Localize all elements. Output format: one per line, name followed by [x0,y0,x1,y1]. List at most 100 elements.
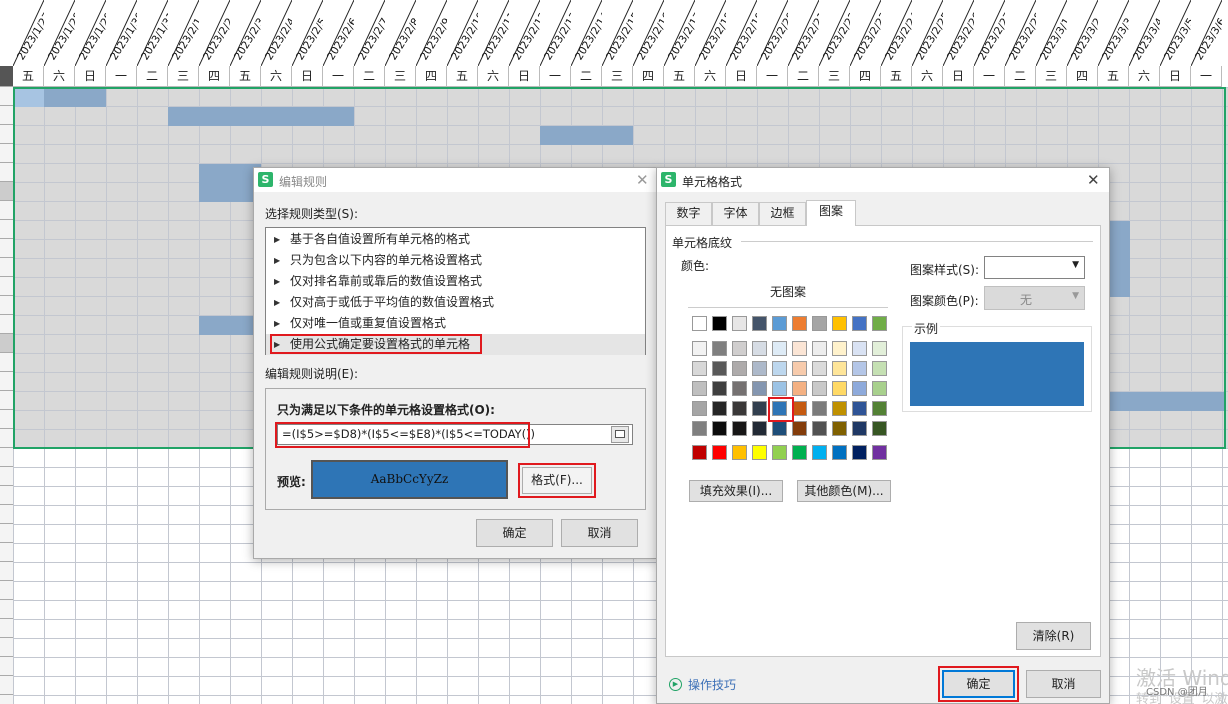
standard-color-swatch[interactable] [832,445,847,460]
shade-color-swatch[interactable] [692,421,707,436]
chevron-down-icon: ▼ [1072,260,1079,270]
rule-type-item[interactable]: ▶ 仅对高于或低于平均值的数值设置格式 [266,292,645,313]
shade-color-swatch[interactable] [752,421,767,436]
shade-color-swatch[interactable] [832,401,847,416]
shade-color-swatch[interactable] [812,341,827,356]
tab-number[interactable]: 数字 [665,202,712,225]
shade-color-swatch[interactable] [852,381,867,396]
shade-color-swatch[interactable] [872,361,887,376]
standard-color-swatch[interactable] [752,445,767,460]
shade-color-swatch[interactable] [692,381,707,396]
shade-color-swatch[interactable] [772,341,787,356]
shade-color-swatch[interactable] [852,341,867,356]
shade-color-swatch[interactable] [752,341,767,356]
cancel-button[interactable]: 取消 [561,519,638,547]
theme-color-swatch[interactable] [772,316,787,331]
theme-color-swatch[interactable] [832,316,847,331]
rule-type-item[interactable]: ▶ 只为包含以下内容的单元格设置格式 [266,250,645,271]
no-pattern-label[interactable]: 无图案 [770,283,806,300]
shade-color-swatch[interactable] [792,381,807,396]
shade-color-swatch[interactable] [752,361,767,376]
rule-type-label: 仅对唯一值或重复值设置格式 [290,316,447,330]
shade-color-swatch[interactable] [852,421,867,436]
standard-color-swatch[interactable] [852,445,867,460]
shade-color-swatch[interactable] [832,381,847,396]
close-icon[interactable]: ✕ [636,171,649,189]
rule-type-item[interactable]: ▶ 基于各自值设置所有单元格的格式 [266,229,645,250]
preview-label: 预览: [277,475,306,489]
shade-color-swatch[interactable] [872,421,887,436]
shade-color-swatch[interactable] [832,361,847,376]
standard-color-swatch[interactable] [792,445,807,460]
standard-color-swatch[interactable] [872,445,887,460]
standard-color-swatch[interactable] [772,445,787,460]
shade-color-swatch[interactable] [692,361,707,376]
tab-border[interactable]: 边框 [759,202,806,225]
shade-color-swatch[interactable] [832,421,847,436]
shade-color-swatch[interactable] [712,381,727,396]
theme-color-swatch[interactable] [872,316,887,331]
shade-color-swatch[interactable] [792,341,807,356]
fill-effects-button[interactable]: 填充效果(I)... [689,480,783,502]
shade-color-swatch[interactable] [872,341,887,356]
shade-color-swatch[interactable] [792,401,807,416]
theme-color-swatch[interactable] [692,316,707,331]
shade-color-swatch[interactable] [852,361,867,376]
shade-color-swatch[interactable] [732,401,747,416]
theme-color-swatch[interactable] [852,316,867,331]
highlight-box [768,397,794,422]
shade-color-swatch[interactable] [832,341,847,356]
pattern-color-select[interactable]: 无 ▼ [984,286,1085,310]
theme-color-swatch[interactable] [752,316,767,331]
shade-color-swatch[interactable] [852,401,867,416]
theme-color-swatch[interactable] [812,316,827,331]
range-picker-icon[interactable] [611,426,629,443]
rule-type-label: 基于各自值设置所有单元格的格式 [290,232,471,246]
standard-color-swatch[interactable] [812,445,827,460]
shade-color-swatch[interactable] [732,361,747,376]
tab-font[interactable]: 字体 [712,202,759,225]
theme-color-swatch[interactable] [732,316,747,331]
more-colors-button[interactable]: 其他颜色(M)... [797,480,891,502]
standard-color-swatch[interactable] [692,445,707,460]
color-label: 颜色: [681,259,710,273]
shade-color-swatch[interactable] [692,341,707,356]
tips-link[interactable]: 操作技巧 [688,676,736,693]
rule-type-item[interactable]: ▶ 仅对唯一值或重复值设置格式 [266,313,645,334]
shade-color-swatch[interactable] [692,401,707,416]
shade-color-swatch[interactable] [752,381,767,396]
shade-color-swatch[interactable] [812,401,827,416]
shade-color-swatch[interactable] [772,361,787,376]
tab-pattern[interactable]: 图案 [806,200,856,226]
rule-type-item[interactable]: ▶ 仅对排名靠前或靠后的数值设置格式 [266,271,645,292]
shade-color-swatch[interactable] [772,421,787,436]
tips-icon[interactable]: ▶ [669,678,682,691]
shade-color-swatch[interactable] [812,361,827,376]
shading-section-label: 单元格底纹 [672,236,733,250]
close-icon[interactable]: ✕ [1087,171,1100,189]
shade-color-swatch[interactable] [712,341,727,356]
shade-color-swatch[interactable] [812,381,827,396]
shade-color-swatch[interactable] [732,381,747,396]
standard-color-swatch[interactable] [712,445,727,460]
theme-color-swatch[interactable] [712,316,727,331]
shade-color-swatch[interactable] [792,361,807,376]
shade-color-swatch[interactable] [732,421,747,436]
standard-color-swatch[interactable] [732,445,747,460]
cancel-button[interactable]: 取消 [1026,670,1101,698]
rule-type-label: 只为包含以下内容的单元格设置格式 [290,253,483,267]
shade-color-swatch[interactable] [792,421,807,436]
shade-color-swatch[interactable] [812,421,827,436]
shade-color-swatch[interactable] [772,381,787,396]
ok-button[interactable]: 确定 [476,519,553,547]
shade-color-swatch[interactable] [752,401,767,416]
shade-color-swatch[interactable] [872,381,887,396]
theme-color-swatch[interactable] [792,316,807,331]
shade-color-swatch[interactable] [732,341,747,356]
shade-color-swatch[interactable] [712,421,727,436]
shade-color-swatch[interactable] [712,361,727,376]
clear-button[interactable]: 清除(R) [1016,622,1091,650]
pattern-style-select[interactable]: ▼ [984,256,1085,279]
shade-color-swatch[interactable] [712,401,727,416]
shade-color-swatch[interactable] [872,401,887,416]
